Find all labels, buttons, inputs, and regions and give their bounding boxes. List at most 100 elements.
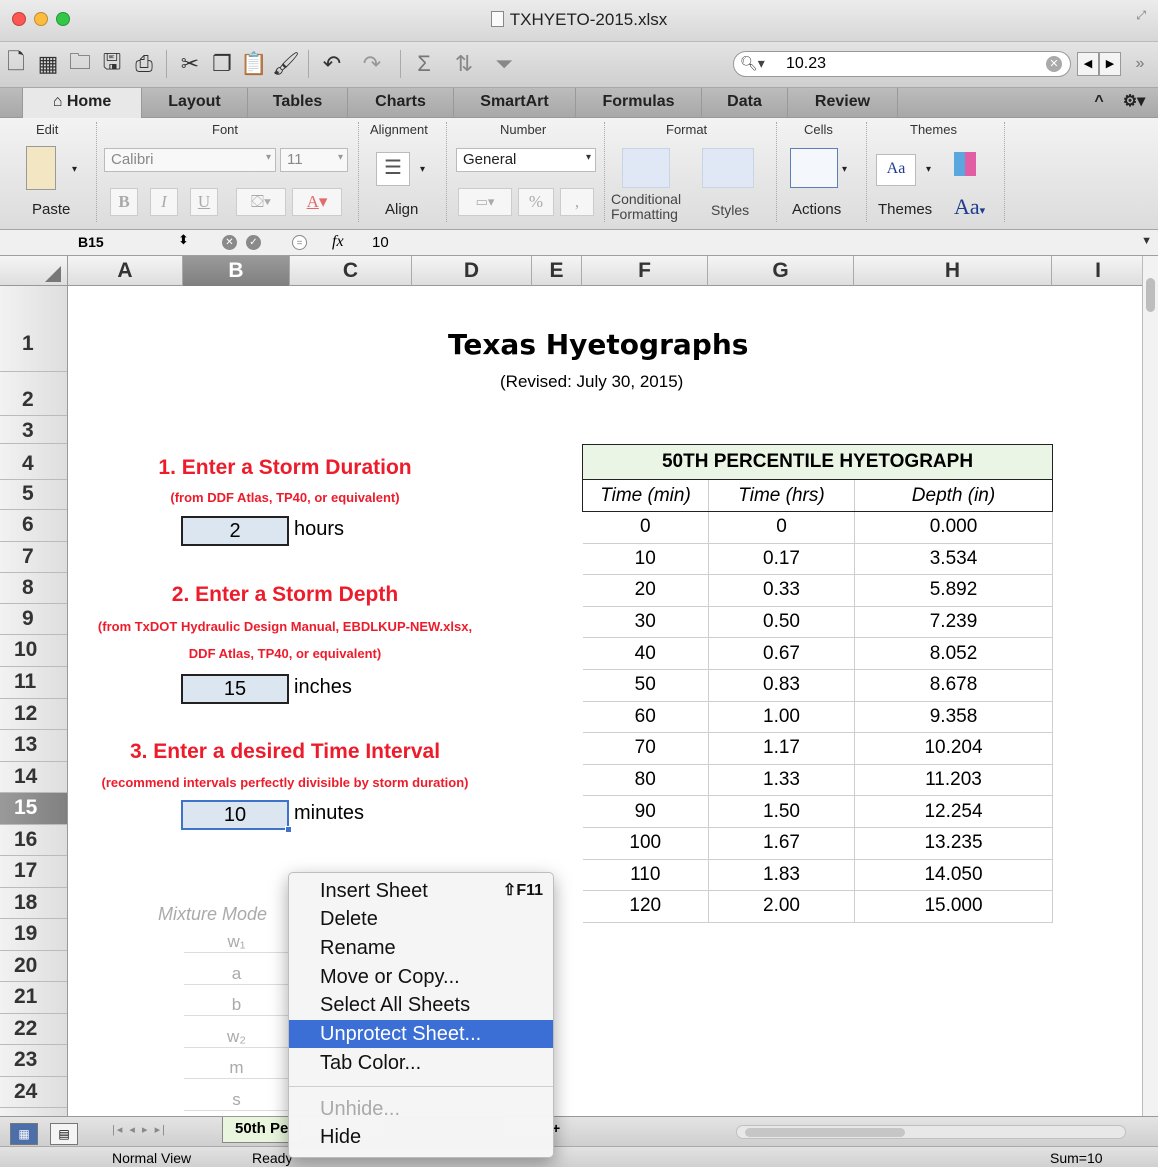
storm-depth-input[interactable]: 15 (181, 674, 289, 704)
cell-time-min[interactable]: 60 (582, 701, 709, 734)
row-header-selected[interactable]: 15 (0, 793, 67, 825)
cell-time-hrs[interactable]: 1.83 (708, 859, 855, 892)
search-previous-button[interactable]: ◀ (1077, 52, 1099, 76)
cell-time-hrs[interactable]: 0.33 (708, 574, 855, 607)
paste-dropdown-icon[interactable]: ▾ (72, 164, 77, 175)
percent-button[interactable]: % (518, 188, 554, 216)
column-header-e[interactable]: E (532, 256, 582, 286)
row-header[interactable]: 12 (0, 699, 67, 730)
cell-time-min[interactable]: 80 (582, 764, 709, 797)
row-header[interactable]: 3 (0, 416, 67, 444)
tab-layout[interactable]: Layout (142, 88, 248, 118)
cell-time-min[interactable]: 120 (582, 890, 709, 923)
templates-icon[interactable]: ▦ (34, 50, 62, 78)
insert-function-icon[interactable]: fx (332, 233, 344, 251)
search-box[interactable]: 🔍︎▾ ✕ (733, 51, 1071, 77)
column-header-h[interactable]: H (854, 256, 1052, 286)
menu-rename[interactable]: Rename (289, 934, 553, 962)
menu-move-or-copy[interactable]: Move or Copy... (289, 963, 553, 991)
row-header[interactable]: 8 (0, 573, 67, 604)
open-icon[interactable]: 🗀 (66, 49, 94, 78)
row-header[interactable]: 10 (0, 635, 67, 667)
column-header-d[interactable]: D (412, 256, 532, 286)
cells-dropdown-icon[interactable]: ▾ (842, 164, 847, 175)
row-header[interactable]: 18 (0, 888, 67, 919)
equals-icon[interactable]: = (292, 235, 307, 250)
styles-icon[interactable] (702, 148, 754, 188)
cell-time-min[interactable]: 10 (582, 543, 709, 576)
cell-time-hrs[interactable]: 0.50 (708, 606, 855, 639)
align-dropdown-icon[interactable]: ▾ (420, 164, 425, 175)
cell-time-min[interactable]: 20 (582, 574, 709, 607)
name-box[interactable]: B15 (78, 234, 104, 250)
cell-depth[interactable]: 0.000 (854, 511, 1053, 544)
format-painter-icon[interactable]: 🖌 (272, 50, 300, 78)
comma-style-icon[interactable]: , (560, 188, 594, 216)
cancel-entry-icon[interactable]: ✕ (222, 235, 237, 250)
menu-hide[interactable]: Hide (289, 1123, 553, 1151)
menu-tab-color[interactable]: Tab Color... (289, 1049, 553, 1077)
column-header-f[interactable]: F (582, 256, 708, 286)
cell-depth[interactable]: 9.358 (854, 701, 1053, 734)
time-interval-input[interactable]: 10 (181, 800, 289, 830)
column-header-g[interactable]: G (708, 256, 854, 286)
collapse-ribbon-icon[interactable]: ^ (1084, 88, 1114, 118)
horizontal-scroll-thumb[interactable] (745, 1128, 905, 1137)
cell-time-hrs[interactable]: 0.83 (708, 669, 855, 702)
cell-time-min[interactable]: 50 (582, 669, 709, 702)
paste-icon[interactable]: 📋 (240, 50, 268, 78)
tab-review[interactable]: Review (788, 88, 898, 118)
cell-depth[interactable]: 7.239 (854, 606, 1053, 639)
name-box-stepper-icon[interactable]: ⬍ (178, 232, 189, 248)
underline-button[interactable]: U (190, 188, 218, 216)
theme-fonts-button[interactable]: Aa▾ (954, 194, 985, 220)
toolbar-overflow-icon[interactable]: » (1126, 50, 1154, 78)
row-header[interactable]: 4 (0, 444, 67, 480)
row-header[interactable]: 1 (0, 286, 67, 372)
theme-colors-icon[interactable] (954, 152, 976, 176)
row-header[interactable]: 19 (0, 919, 67, 951)
column-header-c[interactable]: C (290, 256, 412, 286)
cell-time-hrs[interactable]: 1.33 (708, 764, 855, 797)
row-header[interactable]: 7 (0, 542, 67, 573)
themes-label[interactable]: Themes (878, 201, 932, 218)
conditional-formatting-icon[interactable] (622, 148, 670, 188)
cell-time-min[interactable]: 90 (582, 795, 709, 828)
page-layout-view-button[interactable]: ▤ (50, 1123, 78, 1145)
cell-time-hrs[interactable]: 1.67 (708, 827, 855, 860)
row-header[interactable]: 2 (0, 372, 67, 416)
row-header[interactable]: 17 (0, 856, 67, 888)
cell-depth[interactable]: 11.203 (854, 764, 1053, 797)
column-header-i[interactable]: I (1052, 256, 1144, 286)
tab-tables[interactable]: Tables (248, 88, 348, 118)
cell-time-min[interactable]: 0 (582, 511, 709, 544)
vertical-scrollbar[interactable] (1142, 256, 1158, 1116)
cell-time-min[interactable]: 70 (582, 732, 709, 765)
worksheet-grid[interactable]: Texas Hyetographs (Revised: July 30, 201… (68, 286, 1142, 1116)
row-header[interactable]: 20 (0, 951, 67, 982)
select-all-button[interactable] (0, 256, 68, 286)
sort-icon[interactable]: ⇅ (450, 50, 478, 78)
clear-search-icon[interactable]: ✕ (1046, 56, 1062, 72)
cell-depth[interactable]: 8.052 (854, 637, 1053, 670)
row-header[interactable]: 5 (0, 480, 67, 510)
tab-formulas[interactable]: Formulas (576, 88, 702, 118)
undo-icon[interactable]: ↶ (318, 50, 346, 78)
tab-data[interactable]: Data (702, 88, 788, 118)
menu-delete[interactable]: Delete (289, 905, 553, 933)
cut-icon[interactable]: ✂ (176, 50, 204, 78)
cell-time-hrs[interactable]: 1.00 (708, 701, 855, 734)
confirm-entry-icon[interactable]: ✓ (246, 235, 261, 250)
cell-time-hrs[interactable]: 1.50 (708, 795, 855, 828)
row-header[interactable]: 24 (0, 1077, 67, 1108)
menu-insert-sheet[interactable]: Insert Sheet ⇧F11 (289, 877, 553, 905)
cell-depth[interactable]: 15.000 (854, 890, 1053, 923)
cell-time-min[interactable]: 110 (582, 859, 709, 892)
paste-label[interactable]: Paste (32, 201, 70, 218)
cell-depth[interactable]: 3.534 (854, 543, 1053, 576)
new-icon[interactable]: 🗋 (2, 49, 30, 78)
tab-smartart[interactable]: SmartArt (454, 88, 576, 118)
column-header-b[interactable]: B (183, 256, 290, 286)
tab-home[interactable]: ⌂ Home (22, 88, 142, 118)
cell-depth[interactable]: 12.254 (854, 795, 1053, 828)
